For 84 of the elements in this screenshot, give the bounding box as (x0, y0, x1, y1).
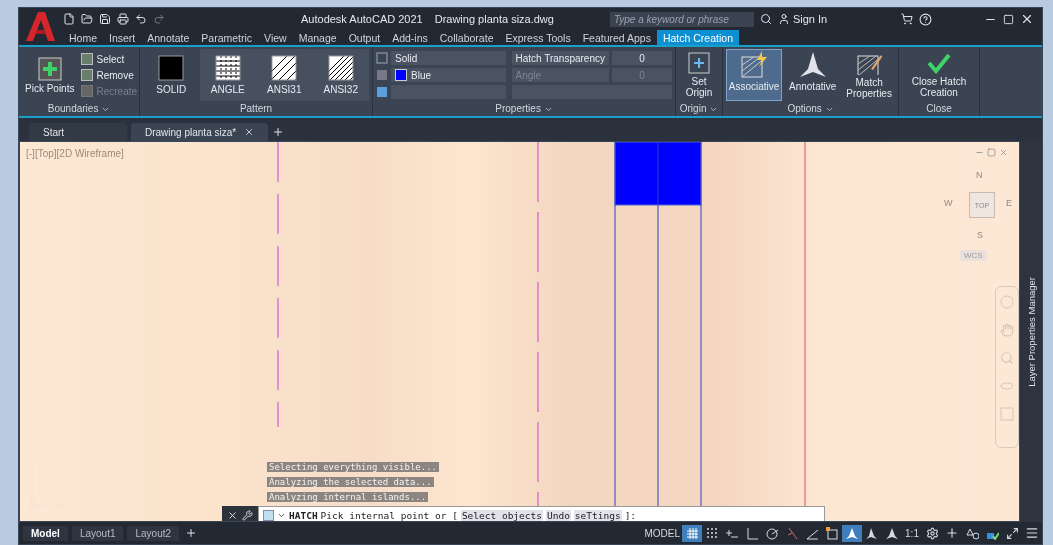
wrench-icon[interactable] (242, 509, 253, 521)
close-icon[interactable] (244, 127, 255, 137)
ribbon-tab[interactable]: Add-ins (386, 30, 434, 45)
transparency-label: Hatch Transparency (511, 51, 609, 65)
ribbon-tab[interactable]: Express Tools (499, 30, 577, 45)
command-prompt: Pick internal point or [ (320, 509, 458, 521)
annotation-visibility-icon[interactable] (842, 524, 862, 542)
command-name: HATCH (289, 509, 318, 521)
close-icon[interactable] (227, 509, 238, 521)
ribbon-tab[interactable]: View (258, 30, 293, 45)
set-origin-icon (688, 52, 710, 74)
ribbon-tab[interactable]: Collaborate (433, 30, 500, 45)
status-button[interactable]: 1:1 (902, 524, 922, 542)
command-option[interactable]: Select objects (460, 509, 543, 521)
hatch-color-icon (376, 69, 388, 81)
panel-title[interactable]: Properties (373, 103, 675, 116)
hatch-color-dropdown[interactable]: Blue (391, 68, 506, 82)
hatch-pattern-icon (214, 55, 241, 81)
document-tab[interactable]: Start (29, 123, 127, 141)
hatch-type-dropdown[interactable]: Solid (391, 51, 506, 65)
print-icon[interactable] (117, 13, 129, 25)
panel-title[interactable]: Boundaries (19, 103, 139, 116)
boundary-icon (81, 85, 94, 97)
panel-title[interactable]: Options (723, 103, 898, 116)
grid-icon[interactable] (682, 524, 702, 542)
layout-tab[interactable]: Layout2 (127, 525, 180, 541)
file-name: Drawing planta siza.dwg (434, 13, 554, 25)
search-field[interactable]: Type a keyword or phrase (609, 11, 754, 27)
palette-title[interactable]: Layer Properties Manager (1025, 276, 1037, 387)
hatch-pattern-icon (271, 55, 298, 81)
checkmark-icon (927, 52, 951, 74)
set-origin-button[interactable]: Set Origin (679, 50, 719, 100)
option-button[interactable]: Match Properties (843, 49, 895, 101)
add-layout-icon[interactable] (185, 527, 198, 539)
cart-icon[interactable] (901, 13, 913, 25)
undo-icon[interactable] (135, 13, 147, 25)
hatch-command-icon (263, 509, 274, 521)
transparency-field[interactable]: 0 (612, 51, 672, 65)
command-option[interactable]: seTtings (573, 509, 622, 521)
hatch-plus-icon (37, 56, 62, 81)
hatch-type-icon (376, 52, 388, 64)
boundary-icon (81, 69, 94, 81)
user-icon (777, 13, 790, 25)
option-button[interactable]: Associative (726, 49, 782, 101)
search-icon[interactable] (759, 13, 772, 25)
ribbon-tab[interactable]: Home (63, 30, 103, 45)
new-file-icon[interactable] (63, 13, 75, 25)
ribbon-tab[interactable]: Annotate (141, 30, 196, 45)
option-button[interactable]: Annotative (786, 49, 840, 101)
close-hatch-button[interactable]: Close Hatch Creation (902, 50, 976, 100)
hatched-square-icon (740, 51, 768, 79)
ribbon-tab[interactable]: Insert (103, 30, 142, 45)
hatch-pattern-icon (158, 55, 185, 81)
help-icon[interactable] (919, 12, 932, 26)
app-logo[interactable] (23, 10, 57, 42)
boundary-button[interactable]: Select (81, 53, 138, 65)
open-folder-icon[interactable] (81, 13, 93, 25)
ribbon-tab[interactable]: Manage (292, 30, 343, 45)
ribbon-tab[interactable]: Hatch Creation (656, 30, 739, 45)
ribbon-tab[interactable]: Featured Apps (576, 30, 657, 45)
new-tab-icon[interactable] (272, 126, 285, 138)
save-icon[interactable] (99, 13, 111, 25)
command-option[interactable]: Undo (545, 509, 571, 521)
status-button[interactable]: MODEL (642, 524, 682, 542)
layout-tab[interactable]: Model (23, 525, 68, 541)
maximize-icon[interactable] (1003, 13, 1014, 25)
boundary-icon (81, 53, 94, 65)
window-title: Autodesk AutoCAD 2021 (301, 13, 423, 25)
pick-points-button[interactable]: Pick Points (22, 54, 78, 96)
pattern-swatch[interactable]: SOLID (143, 49, 200, 101)
panel-title[interactable]: Origin (676, 103, 722, 116)
background-color-icon (376, 86, 388, 98)
redo-icon[interactable] (153, 13, 165, 25)
ribbon-tab[interactable]: Output (342, 30, 387, 45)
panel-title: Close (925, 103, 953, 116)
layout-tab[interactable]: Layout1 (71, 525, 124, 541)
sign-in-button[interactable]: Sign In (777, 13, 828, 25)
close-icon[interactable] (1020, 12, 1034, 26)
panel-title: Pattern (238, 103, 274, 116)
command-prompt-end: ]: (624, 509, 637, 521)
hatch-pattern-icon (327, 55, 354, 81)
document-tab[interactable]: Drawing planta siza* (131, 123, 269, 141)
ribbon-tab[interactable]: Parametric (195, 30, 259, 45)
boundary-button[interactable]: Remove (81, 69, 138, 81)
